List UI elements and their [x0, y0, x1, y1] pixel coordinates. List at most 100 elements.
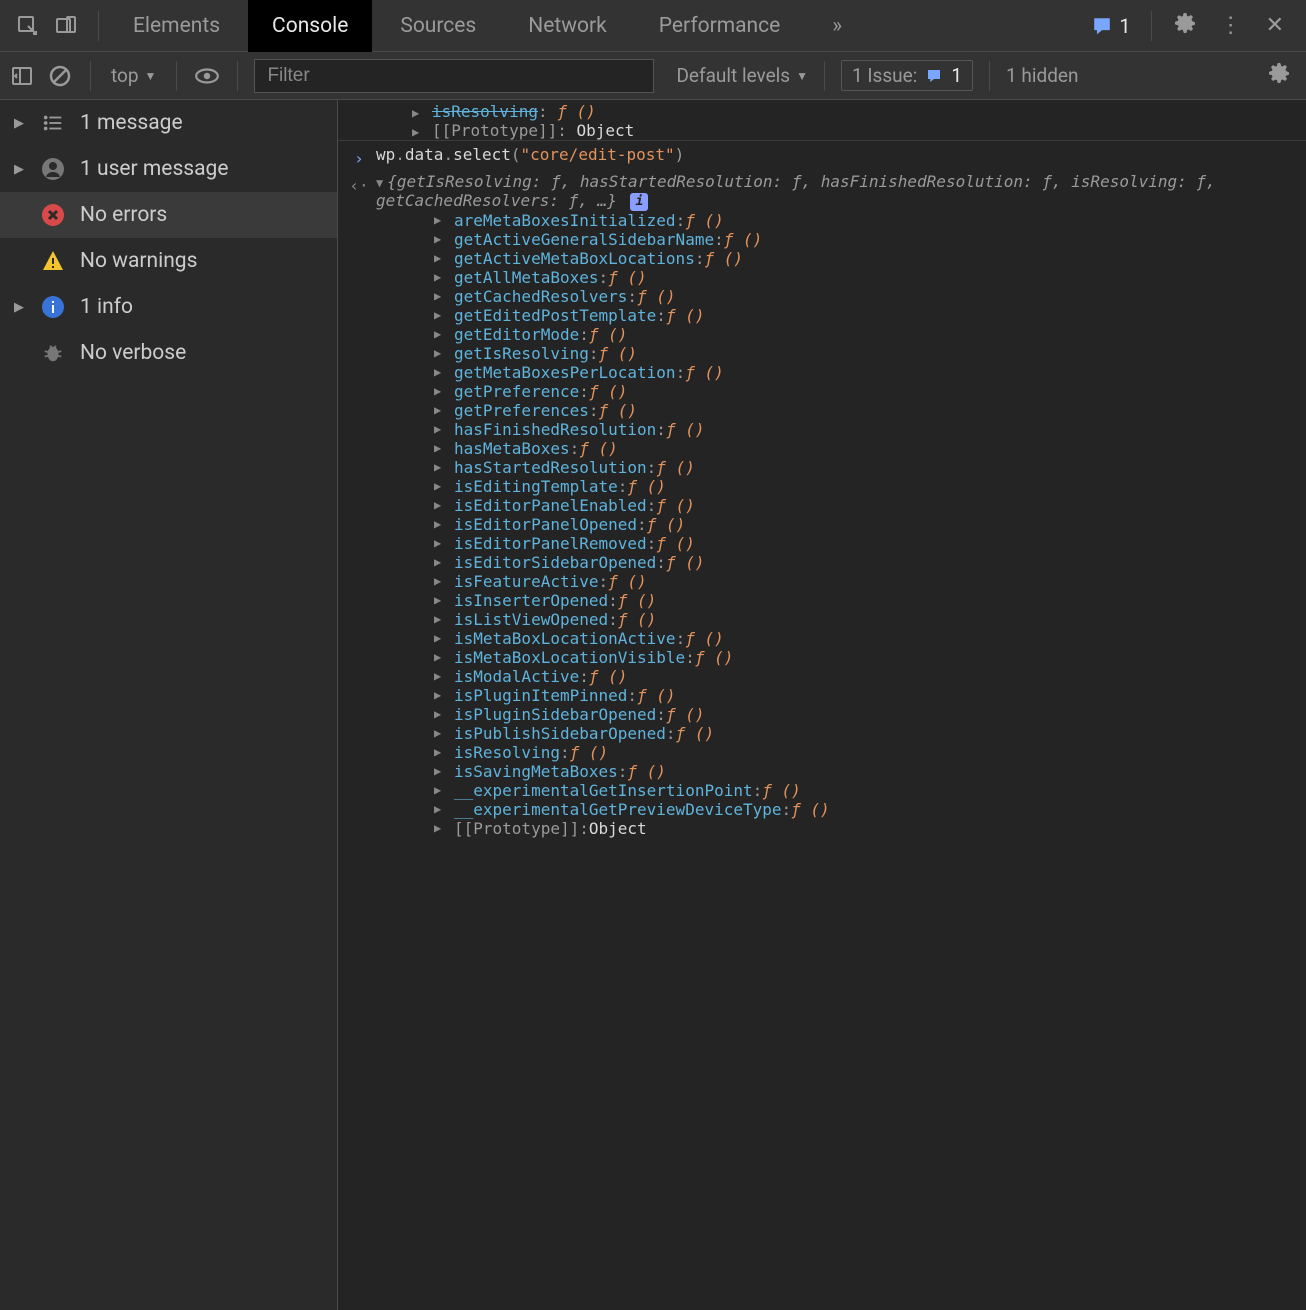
expand-icon[interactable]: ▶ [434, 441, 448, 455]
console-settings-icon[interactable] [1260, 62, 1298, 90]
expand-icon[interactable]: ▶ [434, 384, 448, 398]
property-line[interactable]: ▶hasStartedResolution: ƒ () [372, 458, 1298, 477]
expand-icon[interactable]: ▶ [434, 707, 448, 721]
property-line[interactable]: ▶hasMetaBoxes: ƒ () [372, 439, 1298, 458]
expand-icon[interactable]: ▶ [434, 365, 448, 379]
expand-icon[interactable]: ▶ [434, 555, 448, 569]
expand-icon[interactable]: ▶ [434, 574, 448, 588]
property-line[interactable]: ▶isPublishSidebarOpened: ƒ () [372, 724, 1298, 743]
device-toggle-icon[interactable] [54, 14, 78, 38]
property-line[interactable]: ▶isMetaBoxLocationVisible: ƒ () [372, 648, 1298, 667]
property-line[interactable]: ▶getIsResolving: ƒ () [372, 344, 1298, 363]
inspect-icon[interactable] [16, 14, 40, 38]
property-line[interactable]: ▶areMetaBoxesInitialized: ƒ () [372, 211, 1298, 230]
expand-icon[interactable]: ▶ [434, 308, 448, 322]
property-line[interactable]: ▶isInserterOpened: ƒ () [372, 591, 1298, 610]
tab-overflow[interactable]: » [808, 0, 866, 52]
expand-icon[interactable]: ▶ [434, 460, 448, 474]
property-line[interactable]: ▶getAllMetaBoxes: ƒ () [372, 268, 1298, 287]
expand-icon[interactable]: ▶ [434, 612, 448, 626]
expand-icon[interactable]: ▶ [434, 232, 448, 246]
tab-network[interactable]: Network [504, 0, 631, 52]
expand-icon[interactable]: ▶ [434, 289, 448, 303]
expand-icon[interactable]: ▶ [434, 764, 448, 778]
expand-icon[interactable]: ▶ [434, 327, 448, 341]
sidebar-info[interactable]: ▶ 1 info [0, 284, 337, 330]
expand-icon[interactable]: ▶ [434, 422, 448, 436]
expand-icon[interactable]: ▶ [434, 821, 448, 835]
property-line[interactable]: ▶__experimentalGetInsertionPoint: ƒ () [372, 781, 1298, 800]
property-line[interactable]: ▶getEditedPostTemplate: ƒ () [372, 306, 1298, 325]
property-line[interactable]: ▶hasFinishedResolution: ƒ () [372, 420, 1298, 439]
property-line[interactable]: ▶isEditingTemplate: ƒ () [372, 477, 1298, 496]
issues-button[interactable]: 1 Issue: 1 [841, 60, 973, 91]
expand-icon[interactable]: ▶ [412, 106, 426, 120]
property-line[interactable]: ▶__experimentalGetPreviewDeviceType: ƒ (… [372, 800, 1298, 819]
property-line[interactable]: ▶[[Prototype]]: Object [372, 819, 1298, 838]
expand-icon[interactable]: ▶ [434, 802, 448, 816]
tab-console[interactable]: Console [248, 0, 372, 52]
expand-icon[interactable]: ▶ [434, 593, 448, 607]
object-summary[interactable]: ▼{getIsResolving: ƒ, hasStartedResolutio… [372, 172, 1298, 211]
log-levels-selector[interactable]: Default levels ▼ [676, 64, 808, 87]
expand-icon[interactable]: ▶ [434, 669, 448, 683]
property-line[interactable]: ▶isListViewOpened: ƒ () [372, 610, 1298, 629]
more-icon[interactable]: ⋮ [1212, 13, 1250, 38]
expand-icon[interactable]: ▶ [434, 688, 448, 702]
live-expression-icon[interactable] [193, 62, 221, 90]
expand-icon[interactable]: ▶ [434, 346, 448, 360]
property-line[interactable]: ▶isPluginItemPinned: ƒ () [372, 686, 1298, 705]
expand-icon[interactable]: ▶ [434, 213, 448, 227]
sidebar-warnings[interactable]: No warnings [0, 238, 337, 284]
expand-icon[interactable]: ▶ [434, 498, 448, 512]
context-selector[interactable]: top ▼ [107, 64, 160, 87]
property-line[interactable]: ▶[[Prototype]]: Object [372, 121, 1298, 140]
property-line[interactable]: ▶isSavingMetaBoxes: ƒ () [372, 762, 1298, 781]
property-line[interactable]: ▶getPreferences: ƒ () [372, 401, 1298, 420]
console-input[interactable]: wp.data.select("core/edit-post") [372, 145, 1298, 164]
expand-icon[interactable]: ▶ [434, 631, 448, 645]
collapse-icon[interactable]: ▼ [376, 176, 383, 190]
property-line[interactable]: ▶isEditorPanelRemoved: ƒ () [372, 534, 1298, 553]
expand-icon[interactable]: ▶ [434, 270, 448, 284]
expand-icon[interactable]: ▶ [434, 745, 448, 759]
settings-icon[interactable] [1166, 12, 1204, 40]
property-line[interactable]: ▶isEditorSidebarOpened: ƒ () [372, 553, 1298, 572]
property-line[interactable]: ▶getPreference: ƒ () [372, 382, 1298, 401]
expand-icon[interactable]: ▶ [434, 517, 448, 531]
property-line[interactable]: ▶getCachedResolvers: ƒ () [372, 287, 1298, 306]
close-icon[interactable]: ✕ [1258, 13, 1292, 38]
sidebar-user-messages[interactable]: ▶ 1 user message [0, 146, 337, 192]
property-line[interactable]: ▶isEditorPanelOpened: ƒ () [372, 515, 1298, 534]
console-output[interactable]: ▶isResolving: ƒ () ▶[[Prototype]]: Objec… [338, 100, 1306, 1310]
property-line[interactable]: ▶getMetaBoxesPerLocation: ƒ () [372, 363, 1298, 382]
property-line[interactable]: ▶isFeatureActive: ƒ () [372, 572, 1298, 591]
expand-icon[interactable]: ▶ [434, 726, 448, 740]
property-line[interactable]: ▶getActiveMetaBoxLocations: ƒ () [372, 249, 1298, 268]
sidebar-messages[interactable]: ▶ 1 message [0, 100, 337, 146]
expand-icon[interactable]: ▶ [434, 479, 448, 493]
sidebar-toggle-icon[interactable] [8, 62, 36, 90]
expand-icon[interactable]: ▶ [434, 536, 448, 550]
property-line[interactable]: ▶isModalActive: ƒ () [372, 667, 1298, 686]
expand-icon[interactable]: ▶ [434, 650, 448, 664]
property-line[interactable]: ▶isMetaBoxLocationActive: ƒ () [372, 629, 1298, 648]
tab-performance[interactable]: Performance [635, 0, 804, 52]
property-line[interactable]: ▶isResolving: ƒ () [372, 102, 1298, 121]
expand-icon[interactable]: ▶ [412, 125, 426, 139]
sidebar-errors[interactable]: No errors [0, 192, 337, 238]
property-line[interactable]: ▶getActiveGeneralSidebarName: ƒ () [372, 230, 1298, 249]
property-line[interactable]: ▶isResolving: ƒ () [372, 743, 1298, 762]
tab-elements[interactable]: Elements [109, 0, 244, 52]
expand-icon[interactable]: ▶ [434, 783, 448, 797]
filter-input[interactable] [254, 59, 654, 93]
sidebar-verbose[interactable]: No verbose [0, 330, 337, 376]
expand-icon[interactable]: ▶ [434, 251, 448, 265]
property-line[interactable]: ▶getEditorMode: ƒ () [372, 325, 1298, 344]
clear-console-icon[interactable] [46, 62, 74, 90]
property-line[interactable]: ▶isPluginSidebarOpened: ƒ () [372, 705, 1298, 724]
issues-badge[interactable]: 1 [1085, 14, 1136, 38]
info-badge-icon[interactable]: i [630, 193, 648, 211]
tab-sources[interactable]: Sources [376, 0, 500, 52]
expand-icon[interactable]: ▶ [434, 403, 448, 417]
